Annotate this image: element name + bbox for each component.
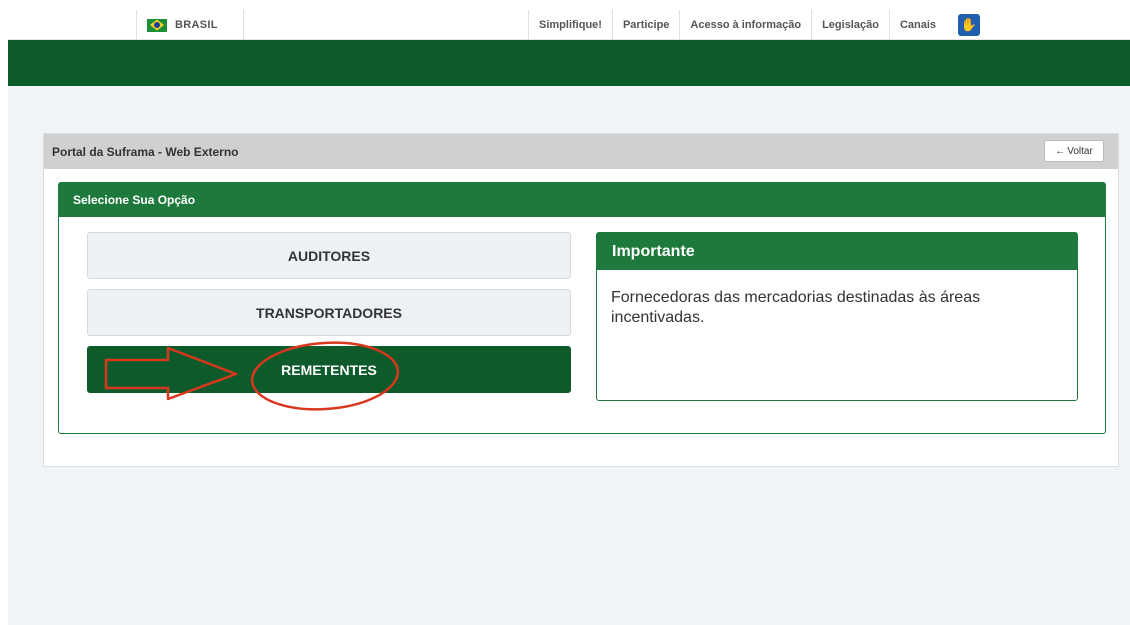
header-green-bar — [8, 40, 1130, 86]
page: BRASIL Simplifique! Participe Acesso à i… — [8, 10, 1130, 625]
option-remetentes-button[interactable]: REMETENTES — [87, 346, 571, 393]
govlink-simplifique[interactable]: Simplifique! — [528, 10, 612, 40]
accessibility-icon[interactable]: ✋ — [958, 14, 981, 36]
back-button[interactable]: ← Voltar — [1044, 140, 1104, 162]
options-panel-title: Selecione Sua Opção — [59, 183, 1105, 217]
options-panel: Selecione Sua Opção AUDITORES TRANSPORTA… — [58, 182, 1106, 434]
brazil-flag-icon — [147, 18, 167, 32]
govlink-participe[interactable]: Participe — [611, 10, 679, 40]
portal-panel-title: Portal da Suframa - Web Externo — [52, 144, 239, 159]
option-auditores-button[interactable]: AUDITORES — [87, 232, 571, 279]
govlink-canais[interactable]: Canais — [888, 10, 946, 40]
important-text: Fornecedoras das mercadorias destinadas … — [611, 289, 981, 326]
portal-panel: Portal da Suframa - Web Externo ← Voltar… — [43, 133, 1119, 467]
arrow-left-icon: ← — [1055, 145, 1066, 157]
important-title: Importante — [597, 233, 1077, 270]
portal-panel-header: Portal da Suframa - Web Externo ← Voltar — [44, 134, 1118, 169]
gov-links: Simplifique! Participe Acesso à informaç… — [528, 10, 981, 40]
brasil-label: BRASIL — [175, 19, 218, 31]
option-transportadores-button[interactable]: TRANSPORTADORES — [87, 289, 571, 336]
back-button-label: Voltar — [1067, 145, 1093, 157]
govlink-legislacao[interactable]: Legislação — [811, 10, 889, 40]
govlink-acesso-informacao[interactable]: Acesso à informação — [679, 10, 811, 40]
important-box: Importante Fornecedoras das mercadorias … — [596, 232, 1078, 401]
brasil-link[interactable]: BRASIL — [136, 10, 244, 40]
gov-bar: BRASIL Simplifique! Participe Acesso à i… — [8, 10, 1130, 40]
